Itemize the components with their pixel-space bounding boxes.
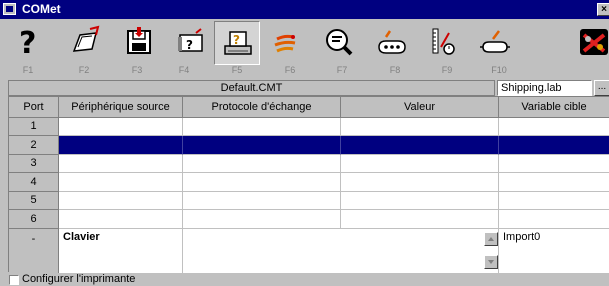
- source-device-detail[interactable]: Clavier: [59, 229, 183, 273]
- cell-value[interactable]: [341, 210, 499, 229]
- exit-button[interactable]: [573, 21, 609, 63]
- printer-help-icon: ?: [224, 31, 252, 55]
- toolbar: ? F1 F2 F3 ? F4 ? F5 F6 F7 F8 F9 F10: [0, 19, 609, 79]
- cell-source[interactable]: [59, 210, 183, 229]
- file-header: Default.CMT Shipping.lab ...: [0, 80, 609, 96]
- f6-key-label: F6: [284, 65, 296, 75]
- row-header-5[interactable]: 5: [9, 192, 59, 210]
- configure-printer-label[interactable]: Configurer l'imprimante: [22, 273, 135, 285]
- f5-key-label: F5: [231, 65, 243, 75]
- cell-value[interactable]: [341, 192, 499, 210]
- cell-value[interactable]: [341, 155, 499, 173]
- printer-button[interactable]: ?: [214, 21, 260, 65]
- window-title: COMet: [22, 2, 61, 16]
- protocol-detail-area[interactable]: [183, 229, 499, 273]
- target-variable-detail[interactable]: Import0: [499, 229, 609, 273]
- column-header-value[interactable]: Valeur: [341, 97, 499, 118]
- scroll-up-button[interactable]: [484, 232, 498, 246]
- cell-source[interactable]: [59, 155, 183, 173]
- timing-button[interactable]: [420, 21, 466, 63]
- cell-source[interactable]: [59, 192, 183, 210]
- send-button[interactable]: [262, 21, 308, 63]
- configure-printer-checkbox[interactable]: [9, 275, 19, 285]
- cell-target[interactable]: [499, 155, 609, 173]
- f2-key-label: F2: [78, 65, 90, 75]
- column-header-port[interactable]: Port: [9, 97, 59, 118]
- f8-key-label: F8: [389, 65, 401, 75]
- port-grid: Port Périphérique source Protocole d'éch…: [8, 96, 609, 273]
- cell-source[interactable]: [59, 118, 183, 136]
- cell-target[interactable]: [499, 173, 609, 192]
- scroll-down-button[interactable]: [484, 255, 498, 269]
- connector-button[interactable]: [472, 21, 518, 63]
- view-button[interactable]: [316, 21, 362, 63]
- cell-protocol[interactable]: [183, 210, 341, 229]
- cell-source[interactable]: [59, 136, 183, 155]
- cell-protocol[interactable]: [183, 173, 341, 192]
- browse-button[interactable]: ...: [594, 80, 609, 96]
- cell-value[interactable]: [341, 173, 499, 192]
- open-folder-icon: [72, 25, 100, 52]
- cell-target[interactable]: [499, 118, 609, 136]
- help-icon: ?: [19, 26, 36, 59]
- row-header-2[interactable]: 2: [9, 136, 59, 155]
- cell-protocol[interactable]: [183, 118, 341, 136]
- cell-target[interactable]: [499, 210, 609, 229]
- port-button[interactable]: [369, 21, 415, 63]
- cell-protocol[interactable]: [183, 136, 341, 155]
- cell-protocol[interactable]: [183, 155, 341, 173]
- f4-key-label: F4: [178, 65, 190, 75]
- app-icon: [3, 3, 16, 15]
- cell-protocol[interactable]: [183, 192, 341, 210]
- svg-text:?: ?: [186, 38, 193, 52]
- title-bar: COMet ×: [0, 0, 609, 19]
- f1-key-label: F1: [22, 65, 34, 75]
- cell-target[interactable]: [499, 136, 609, 155]
- save-disk-icon: [127, 27, 151, 54]
- target-label-field[interactable]: Shipping.lab: [497, 80, 592, 96]
- cell-value[interactable]: [341, 136, 499, 155]
- connector-icon: [480, 30, 510, 53]
- serial-port-icon: [378, 30, 406, 54]
- column-header-source-device[interactable]: Périphérique source: [59, 97, 183, 118]
- unknown-document-icon: ?: [178, 28, 203, 52]
- row-header-4[interactable]: 4: [9, 173, 59, 192]
- row-header-detail: -: [9, 229, 59, 273]
- row-header-3[interactable]: 3: [9, 155, 59, 173]
- cell-value[interactable]: [341, 118, 499, 136]
- save-button[interactable]: [116, 21, 162, 63]
- f7-key-label: F7: [336, 65, 348, 75]
- svg-text:?: ?: [233, 33, 240, 47]
- svg-text:?: ?: [19, 26, 36, 59]
- open-button[interactable]: [63, 21, 109, 63]
- f9-key-label: F9: [441, 65, 453, 75]
- config-filename: Default.CMT: [8, 80, 495, 96]
- footer: Configurer l'imprimante: [0, 273, 609, 286]
- close-button[interactable]: ×: [597, 3, 609, 16]
- ruler-timer-icon: [432, 28, 455, 55]
- row-header-1[interactable]: 1: [9, 118, 59, 136]
- column-header-target-variable[interactable]: Variable cible: [499, 97, 609, 118]
- f10-key-label: F10: [491, 65, 507, 75]
- cell-target[interactable]: [499, 192, 609, 210]
- send-data-icon: [274, 34, 296, 53]
- exit-icon: [580, 29, 608, 55]
- row-header-6[interactable]: 6: [9, 210, 59, 229]
- document-button[interactable]: ?: [167, 21, 213, 63]
- cell-source[interactable]: [59, 173, 183, 192]
- help-button[interactable]: ?: [4, 21, 50, 63]
- magnifier-icon: [326, 29, 353, 56]
- column-header-protocol[interactable]: Protocole d'échange: [183, 97, 341, 118]
- f3-key-label: F3: [131, 65, 143, 75]
